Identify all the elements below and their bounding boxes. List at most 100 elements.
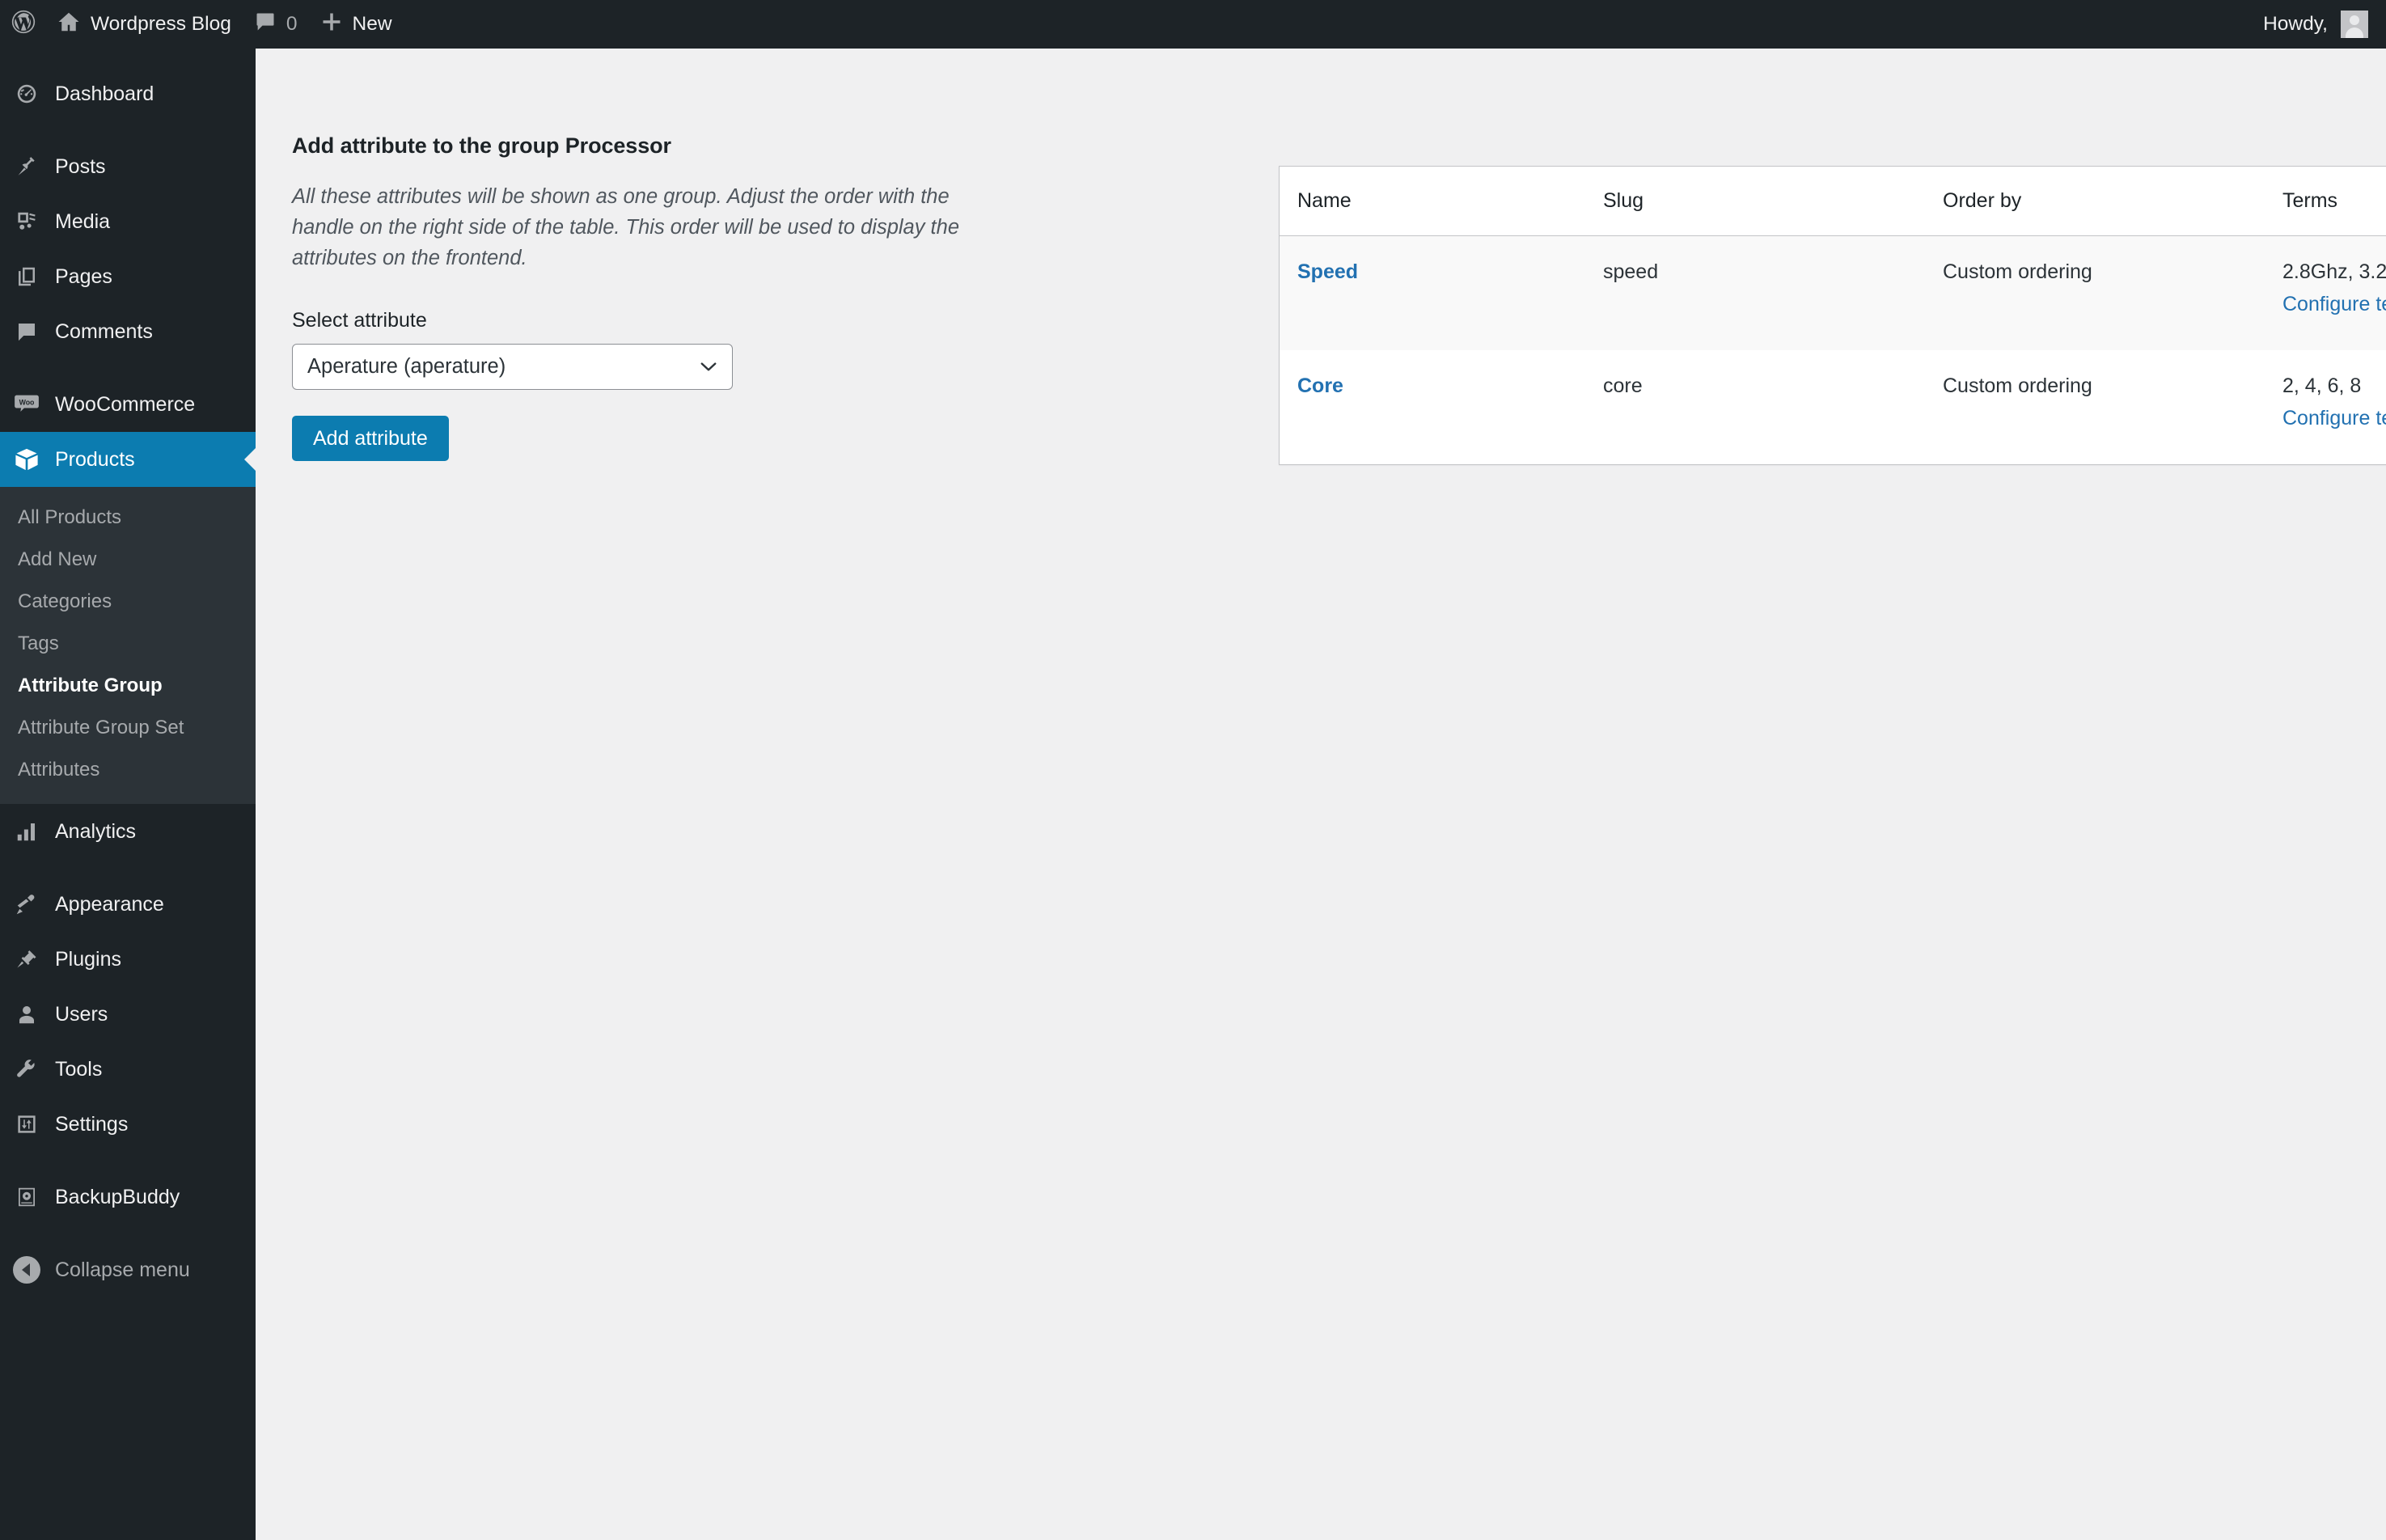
home-icon	[57, 10, 81, 40]
attribute-name-link[interactable]: Core	[1297, 374, 1343, 397]
new-content-menu-item[interactable]: New	[309, 0, 404, 49]
comments-count: 0	[286, 13, 298, 35]
terms-value: 2.8Ghz, 3.2Ghz	[2282, 260, 2386, 283]
admin-bar: Wordpress Blog 0 New Howdy,	[0, 0, 2386, 49]
main-content-area: Add attribute to the group Processor All…	[256, 49, 2386, 1540]
attributes-table-panel: Name Slug Order by Terms Speed speed Cus…	[1279, 166, 2386, 465]
page-title: Add attribute to the group Processor	[292, 133, 671, 158]
select-attribute-dropdown[interactable]: Aperature (aperature)	[292, 344, 733, 390]
site-name-label: Wordpress Blog	[91, 13, 231, 35]
sidebar-item-label: Dashboard	[55, 82, 154, 105]
select-attribute-value: Aperature (aperature)	[292, 344, 733, 390]
dashboard-icon	[11, 78, 42, 109]
sidebar-item-label: Pages	[55, 264, 112, 288]
column-header-slug[interactable]: Slug	[1603, 167, 1943, 236]
column-header-order-by[interactable]: Order by	[1943, 167, 2282, 236]
cell-order-by: Custom ordering	[1943, 350, 2282, 464]
sidebar-item-label: Media	[55, 209, 111, 233]
sidebar-item-label: WooCommerce	[55, 392, 196, 416]
cell-name: Speed	[1280, 235, 1603, 350]
sidebar-item-tools[interactable]: Tools	[0, 1042, 256, 1097]
wrench-icon	[11, 1054, 42, 1085]
products-submenu: All Products Add New Categories Tags Att…	[0, 487, 256, 804]
sidebar-item-label: BackupBuddy	[55, 1185, 180, 1208]
attribute-name-link[interactable]: Speed	[1297, 260, 1358, 283]
sidebar-item-attribute-group[interactable]: Attribute Group	[0, 665, 256, 707]
svg-text:Woo: Woo	[19, 398, 35, 406]
howdy-label: Howdy,	[2263, 13, 2328, 35]
media-icon	[11, 206, 42, 237]
sidebar-item-appearance[interactable]: Appearance	[0, 877, 256, 932]
user-icon	[11, 999, 42, 1030]
my-account-menu-item[interactable]: Howdy,	[2263, 0, 2386, 49]
table-header: Name Slug Order by Terms	[1280, 167, 2386, 236]
sidebar-item-label: Appearance	[55, 892, 164, 916]
add-attribute-form-panel: Add attribute to the group Processor All…	[292, 133, 1012, 461]
woocommerce-icon: Woo	[11, 389, 42, 420]
sidebar-item-all-products[interactable]: All Products	[0, 497, 256, 539]
admin-sidebar-menu: Dashboard Posts Media Pages Comments Woo	[0, 49, 256, 1540]
table-header-row: Name Slug Order by Terms	[1280, 167, 2386, 236]
wp-logo-menu-item[interactable]	[0, 0, 45, 49]
column-header-terms[interactable]: Terms	[2282, 167, 2386, 236]
sidebar-item-posts[interactable]: Posts	[0, 139, 256, 194]
plus-icon	[320, 11, 343, 39]
plug-icon	[11, 944, 42, 975]
configure-terms-link[interactable]: Configure terms	[2282, 404, 2386, 434]
sidebar-item-label: Tools	[55, 1057, 103, 1081]
terms-value: 2, 4, 6, 8	[2282, 374, 2362, 397]
sidebar-item-dashboard[interactable]: Dashboard	[0, 66, 256, 121]
column-header-name[interactable]: Name	[1280, 167, 1603, 236]
add-attribute-button[interactable]: Add attribute	[292, 416, 449, 461]
configure-terms-link[interactable]: Configure terms	[2282, 290, 2386, 319]
select-attribute-label: Select attribute	[292, 309, 427, 332]
sidebar-item-products[interactable]: Products	[0, 432, 256, 487]
backupbuddy-icon	[11, 1182, 42, 1212]
cell-terms: 2, 4, 6, 8 Configure terms	[2282, 350, 2386, 464]
collapse-menu-label: Collapse menu	[55, 1258, 190, 1281]
comments-menu-item[interactable]: 0	[243, 0, 309, 49]
avatar	[2341, 11, 2368, 38]
collapse-arrow-icon	[11, 1254, 42, 1285]
sidebar-item-label: Users	[55, 1002, 108, 1026]
sidebar-item-label: Analytics	[55, 819, 137, 843]
sidebar-item-plugins[interactable]: Plugins	[0, 932, 256, 987]
site-name-menu-item[interactable]: Wordpress Blog	[45, 0, 243, 49]
sidebar-item-attributes[interactable]: Attributes	[0, 749, 256, 791]
wordpress-logo-icon	[10, 8, 37, 41]
sidebar-item-label: Comments	[55, 319, 153, 343]
table-body: Speed speed Custom ordering 2.8Ghz, 3.2G…	[1280, 235, 2386, 464]
sidebar-item-label: Products	[55, 447, 135, 471]
cell-name: Core	[1280, 350, 1603, 464]
cell-slug: speed	[1603, 235, 1943, 350]
sidebar-item-media[interactable]: Media	[0, 194, 256, 249]
sidebar-item-add-new[interactable]: Add New	[0, 539, 256, 581]
sidebar-item-analytics[interactable]: Analytics	[0, 804, 256, 859]
paintbrush-icon	[11, 889, 42, 920]
sidebar-item-label: Plugins	[55, 947, 121, 971]
table-row: Core core Custom ordering 2, 4, 6, 8 Con…	[1280, 350, 2386, 464]
cell-terms: 2.8Ghz, 3.2Ghz Configure terms	[2282, 235, 2386, 350]
sidebar-item-comments[interactable]: Comments	[0, 304, 256, 359]
sidebar-item-attribute-group-set[interactable]: Attribute Group Set	[0, 707, 256, 749]
sidebar-item-backupbuddy[interactable]: BackupBuddy	[0, 1170, 256, 1225]
sidebar-item-tags[interactable]: Tags	[0, 623, 256, 665]
comment-bubble-icon	[11, 316, 42, 347]
collapse-menu-button[interactable]: Collapse menu	[0, 1242, 256, 1297]
attributes-table: Name Slug Order by Terms Speed speed Cus…	[1280, 167, 2386, 464]
sidebar-item-label: Settings	[55, 1112, 129, 1136]
bar-chart-icon	[11, 816, 42, 847]
table-row: Speed speed Custom ordering 2.8Ghz, 3.2G…	[1280, 235, 2386, 350]
sidebar-item-categories[interactable]: Categories	[0, 581, 256, 623]
new-label: New	[352, 13, 392, 35]
cell-slug: core	[1603, 350, 1943, 464]
sliders-icon	[11, 1109, 42, 1140]
products-box-icon	[11, 444, 42, 475]
page-description: All these attributes will be shown as on…	[292, 185, 960, 269]
chevron-down-icon	[700, 362, 717, 372]
comment-bubble-icon	[254, 11, 277, 39]
sidebar-item-users[interactable]: Users	[0, 987, 256, 1042]
sidebar-item-pages[interactable]: Pages	[0, 249, 256, 304]
sidebar-item-settings[interactable]: Settings	[0, 1097, 256, 1152]
sidebar-item-woocommerce[interactable]: Woo WooCommerce	[0, 377, 256, 432]
